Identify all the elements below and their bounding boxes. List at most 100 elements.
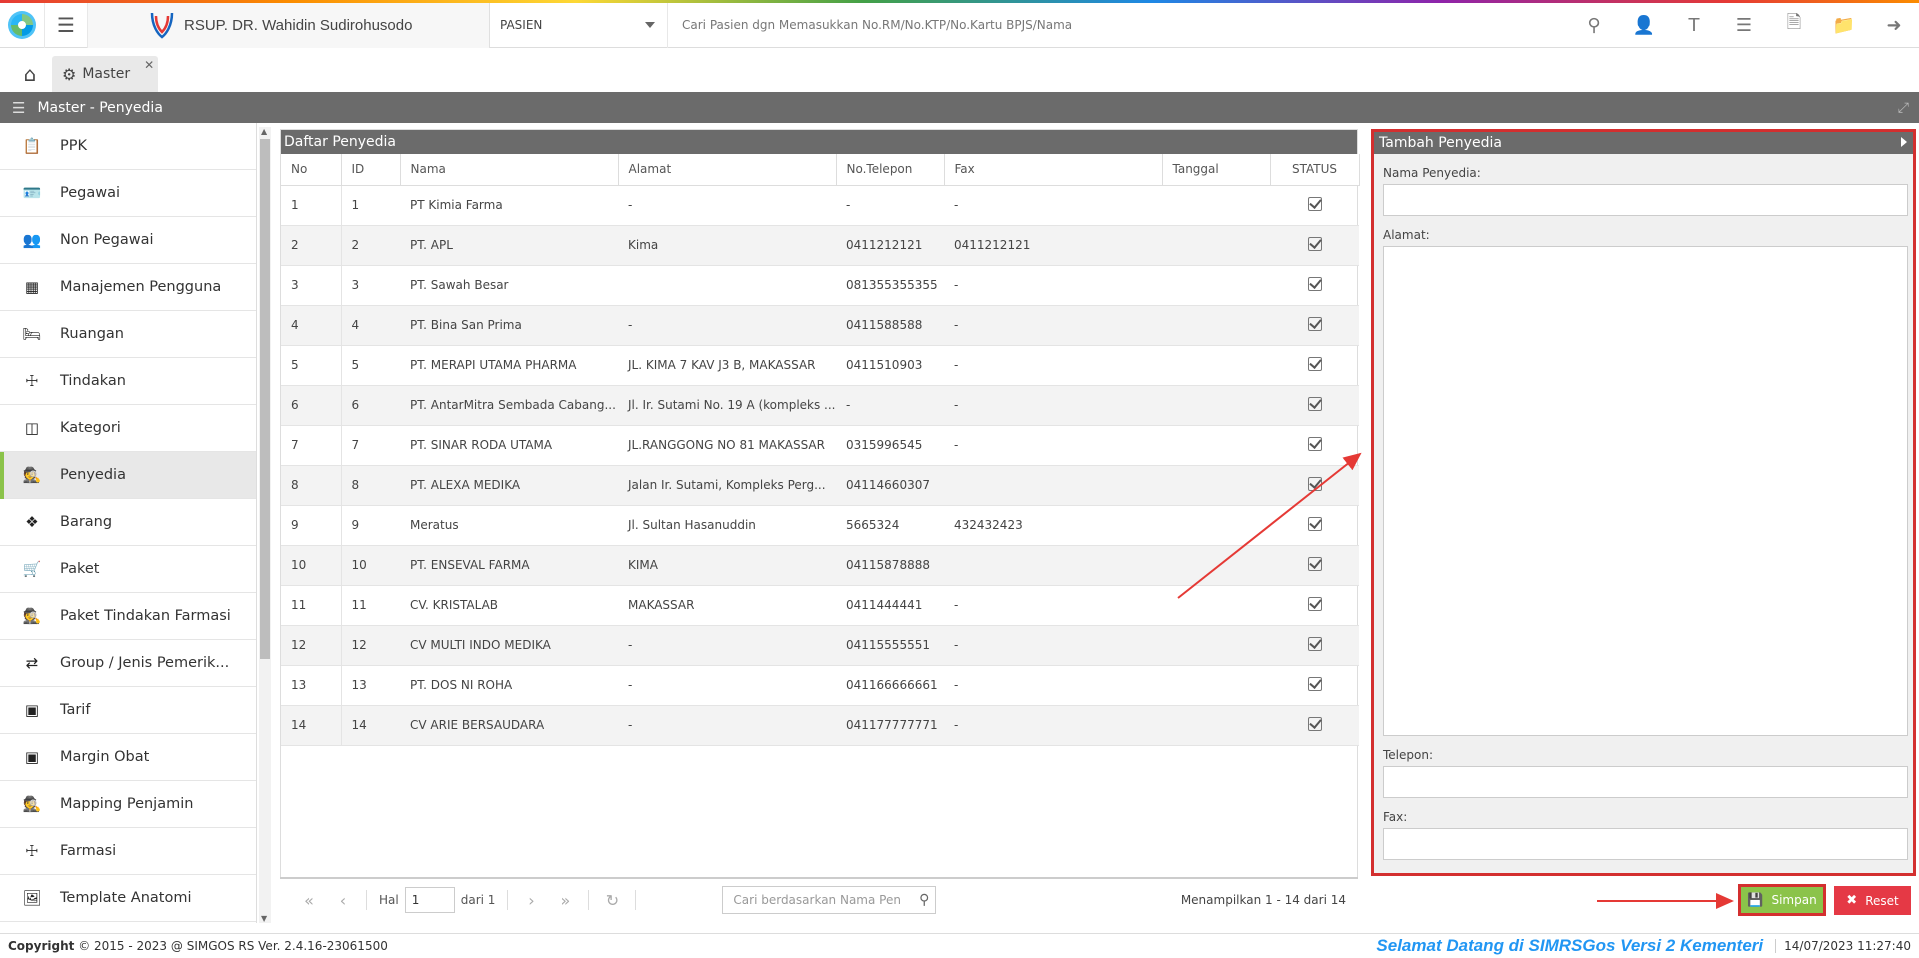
list-icon[interactable]: ☰ [1719,3,1769,48]
table-row[interactable]: 12 12 CV MULTI INDO MEDIKA -04115555551- [281,625,1359,666]
checkbox-checked-icon[interactable] [1307,676,1322,691]
sidebar-item-mapping-penjamin[interactable]: 🕵 Mapping Penjamin [0,781,256,828]
table-row[interactable]: 7 7 PT. SINAR RODA UTAMA JL.RANGGONG NO 81 … [281,425,1359,466]
checkbox-checked-icon[interactable] [1307,476,1322,491]
text-icon[interactable]: T [1669,3,1719,48]
telepon-input[interactable] [1383,766,1908,798]
table-row[interactable]: 13 13 PT. DOS NI ROHA -041166666661- [281,665,1359,706]
sidebar-item-penyedia[interactable]: 🕵 Penyedia [0,452,256,499]
table-row[interactable]: 5 5 PT. MERAPI UTAMA PHARMA JL. KIMA 7 KAV … [281,345,1359,386]
cell-id: 10 [341,545,400,586]
column-header-no[interactable]: No [281,154,342,186]
user-secret-icon: 🕵 [22,607,42,625]
column-header-status[interactable]: STATUS [1270,154,1360,186]
cell-id: 8 [341,465,400,506]
column-header-tanggal[interactable]: Tanggal [1162,154,1271,186]
sidebar-item-label: PPK [60,138,87,154]
patient-type-select[interactable]: PASIEN [490,2,668,48]
checkbox-checked-icon[interactable] [1307,596,1322,611]
sidebar-item-manajemen-pengguna[interactable]: ▦ Manajemen Pengguna [0,264,256,311]
checkbox-checked-icon[interactable] [1307,636,1322,651]
sidebar-item-paket[interactable]: 🛒 Paket [0,546,256,593]
checkbox-checked-icon[interactable] [1307,236,1322,251]
table-row[interactable]: 6 6 PT. AntarMitra Sembada Cabang... Jl. Ir… [281,385,1359,426]
sidebar-item-template-anatomi[interactable]: 🖼 Template Anatomi [0,875,256,922]
prev-page-icon[interactable]: ‹ [326,891,360,910]
sidebar-item-paket-tindakan-farmasi[interactable]: 🕵 Paket Tindakan Farmasi [0,593,256,640]
refresh-icon[interactable]: ↻ [595,891,629,910]
home-tab[interactable]: ⌂ [10,56,50,92]
scrollbar-thumb[interactable] [260,139,270,659]
column-header-id[interactable]: ID [341,154,401,186]
hamburger-icon[interactable]: ☰ [12,99,25,117]
column-header-fax[interactable]: Fax [944,154,1163,186]
close-tab-icon[interactable]: ✕ [144,58,154,72]
table-row[interactable]: 11 11 CV. KRISTALAB MAKASSAR 0411444441- [281,585,1359,626]
sidebar-item-label: Kategori [60,420,121,436]
pdf-icon[interactable]: 🗎 [1769,3,1819,48]
search-icon[interactable]: ⚲ [919,892,929,908]
checkbox-checked-icon[interactable] [1307,196,1322,211]
table-row[interactable]: 10 10 PT. ENSEVAL FARMA KIMA 04115878888 [281,545,1359,586]
collapse-arrow-icon[interactable] [1901,137,1907,147]
alamat-textarea[interactable] [1383,246,1908,736]
tab-master[interactable]: ⚙ Master ✕ [52,56,159,92]
next-page-icon[interactable]: › [514,891,548,910]
checkbox-checked-icon[interactable] [1307,436,1322,451]
nama-penyedia-input[interactable] [1383,184,1908,216]
first-page-icon[interactable]: « [292,891,326,910]
sidebar-item-non-pegawai[interactable]: 👥 Non Pegawai [0,217,256,264]
column-header-nama[interactable]: Nama [400,154,619,186]
table-row[interactable]: 14 14 CV ARIE BERSAUDARA -041177777771- [281,705,1359,746]
welcome-marquee: Selamat Datang di SIMRSGos Versi 2 Kemen… [1376,936,1764,955]
sidebar-item-label: Manajemen Pengguna [60,279,222,295]
app-logo[interactable] [0,3,44,48]
table-row[interactable]: 3 3 PT. Sawah Besar 081355355355- [281,265,1359,306]
column-header-telepon[interactable]: No.Telepon [836,154,945,186]
tab-master-label: Master [82,66,131,82]
sidebar-item-pegawai[interactable]: 🪪 Pegawai [0,170,256,217]
table-row[interactable]: 8 8 PT. ALEXA MEDIKA Jalan Ir. Sutami, Komp… [281,465,1359,506]
table-row[interactable]: 9 9 Meratus Jl. Sultan Hasanuddin 5665324 432… [281,505,1359,546]
grid-pager: « ‹ Hal 1 dari 1 › » ↻ Cari berdasarkan … [280,877,1358,921]
table-row[interactable]: 4 4 PT. Bina San Prima -0411588588- [281,305,1359,346]
table-row[interactable]: 1 1 PT Kimia Farma - - - [281,185,1359,226]
sidebar-scrollbar[interactable]: ▲ ▼ [259,127,271,923]
add-user-icon[interactable]: 👤 [1619,3,1669,48]
sidebar-item-tarif[interactable]: ▣ Tarif [0,687,256,734]
checkbox-checked-icon[interactable] [1307,316,1322,331]
user-secret-icon: 🕵 [22,795,42,813]
folder-icon[interactable]: 📁 [1819,3,1869,48]
sidebar-item-barang[interactable]: ❖ Barang [0,499,256,546]
column-header-alamat[interactable]: Alamat [618,154,837,186]
logout-icon[interactable]: ➜ [1869,3,1919,48]
save-button[interactable]: 💾 Simpan [1738,884,1826,916]
last-page-icon[interactable]: » [548,891,582,910]
cell-no: 12 [281,625,342,666]
checkbox-checked-icon[interactable] [1307,356,1322,371]
patient-search-input[interactable]: Cari Pasien dgn Memasukkan No.RM/No.KTP/… [668,18,1568,32]
sidebar-item-ruangan[interactable]: 🛏 Ruangan [0,311,256,358]
checkbox-checked-icon[interactable] [1307,276,1322,291]
sidebar-item-margin-obat[interactable]: ▣ Margin Obat [0,734,256,781]
sidebar-item-ppk[interactable]: 📋 PPK [0,123,256,170]
table-row[interactable]: 2 2 PT. APL Kima 0411212121 0411212121 [281,225,1359,266]
grid-search-input[interactable]: Cari berdasarkan Nama Pen ⚲ [722,886,937,914]
search-icon[interactable]: ⚲ [1569,3,1619,48]
expand-icon[interactable]: ⤢ [1898,100,1909,116]
reset-button[interactable]: ✖ Reset [1834,886,1911,915]
checkbox-checked-icon[interactable] [1307,716,1322,731]
fax-input[interactable] [1383,828,1908,860]
scroll-up-icon[interactable]: ▲ [261,127,267,136]
scroll-down-icon[interactable]: ▼ [261,914,267,923]
menu-toggle-button[interactable]: ☰ [44,2,88,48]
checkbox-checked-icon[interactable] [1307,556,1322,571]
checkbox-checked-icon[interactable] [1307,396,1322,411]
page-number-input[interactable]: 1 [404,887,455,913]
sidebar-item-group-jenis[interactable]: ⇄ Group / Jenis Pemerik... [0,640,256,687]
checkbox-checked-icon[interactable] [1307,516,1322,531]
sidebar-item-tindakan[interactable]: ☩ Tindakan [0,358,256,405]
cell-nama: PT. MERAPI UTAMA PHARMA [400,345,618,386]
sidebar-item-kategori[interactable]: ◫ Kategori [0,405,256,452]
sidebar-item-farmasi[interactable]: ☩ Farmasi [0,828,256,875]
